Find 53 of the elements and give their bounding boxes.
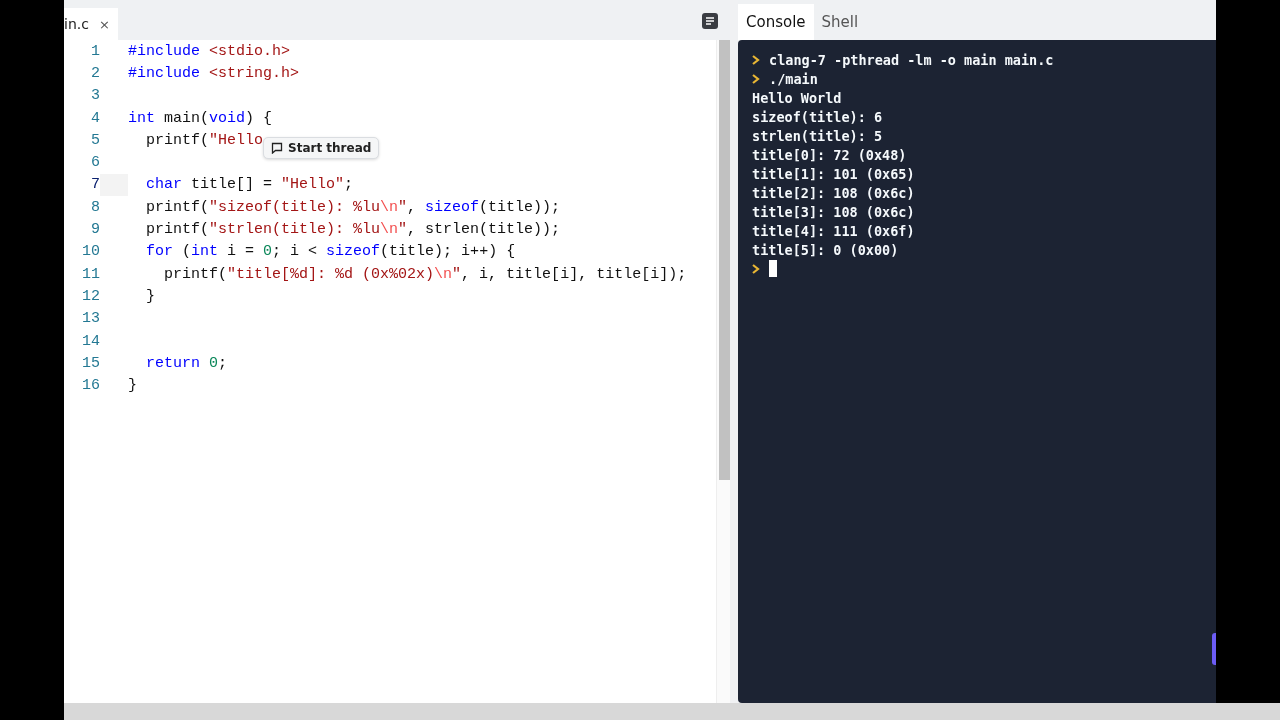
prompt-icon (752, 54, 760, 65)
code-line: #include <stdio.h> (128, 42, 291, 60)
command-line: ./main (769, 70, 818, 87)
text-cursor (769, 260, 777, 277)
line-number: 3 (90, 87, 100, 105)
line-number: 1 (90, 42, 100, 60)
code-line: for (int i = 0; i < sizeof(title); i++) { (145, 243, 516, 261)
output-line: title[5]: 0 (0x00) (752, 241, 899, 258)
file-tab[interactable]: in.c × (64, 8, 118, 40)
line-number: 8 (90, 198, 100, 216)
code-line: printf("Hello (145, 131, 264, 149)
outline-icon[interactable] (702, 13, 718, 29)
output-line: title[4]: 111 (0x6f) (752, 222, 915, 239)
comment-icon (271, 142, 283, 154)
command-line: clang-7 -pthread -lm -o main main.c (769, 51, 1054, 68)
line-number: 9 (90, 221, 100, 238)
line-number: 15 (81, 354, 100, 372)
output-line: sizeof(title): 6 (752, 108, 883, 125)
splitter[interactable] (730, 0, 738, 703)
code-line: } (145, 287, 155, 305)
code-line: printf("sizeof(title): %lu\n", sizeof(title)); (145, 198, 561, 216)
output-line: strlen(title): 5 (752, 127, 883, 144)
prompt-icon (752, 263, 760, 274)
prompt-icon (752, 73, 760, 84)
line-number: 2 (90, 64, 100, 82)
line-number: 16 (81, 377, 100, 395)
start-thread-button[interactable]: Start thread (263, 137, 380, 159)
side-tab[interactable] (1212, 633, 1216, 665)
code-line: printf("title[%d]: %d (0x%02x)\n", i, title[i], title[i]); (163, 265, 687, 283)
code-line: #include <string.h> (128, 64, 300, 82)
panel-tab[interactable]: Console (738, 4, 814, 40)
code-line: char title[] = "Hello"; (145, 176, 354, 194)
line-number: 10 (81, 243, 100, 261)
line-number: 14 (81, 332, 100, 350)
output-line: Hello World (752, 89, 842, 106)
line-number: 12 (81, 287, 100, 305)
line-number: 4 (90, 109, 100, 127)
code-line: return 0; (145, 354, 228, 372)
output-line: title[0]: 72 (0x48) (752, 146, 907, 163)
line-number: 5 (90, 131, 100, 149)
output-line: title[1]: 101 (0x65) (752, 165, 915, 182)
code-line: printf("strlen(title): %lu\n", strlen(title)); (145, 221, 561, 238)
line-number: 7 (90, 176, 100, 194)
close-icon[interactable]: × (98, 16, 110, 32)
code-line: } (128, 377, 137, 395)
line-number: 6 (90, 154, 100, 172)
output-line: title[3]: 108 (0x6c) (752, 203, 915, 220)
panel-tab[interactable]: Shell (813, 4, 867, 40)
line-number: 11 (81, 265, 100, 283)
output-line: title[2]: 108 (0x6c) (752, 184, 915, 201)
code-line: int main(void) { (128, 109, 273, 127)
line-number: 13 (81, 310, 100, 328)
scrollbar[interactable] (716, 40, 730, 703)
